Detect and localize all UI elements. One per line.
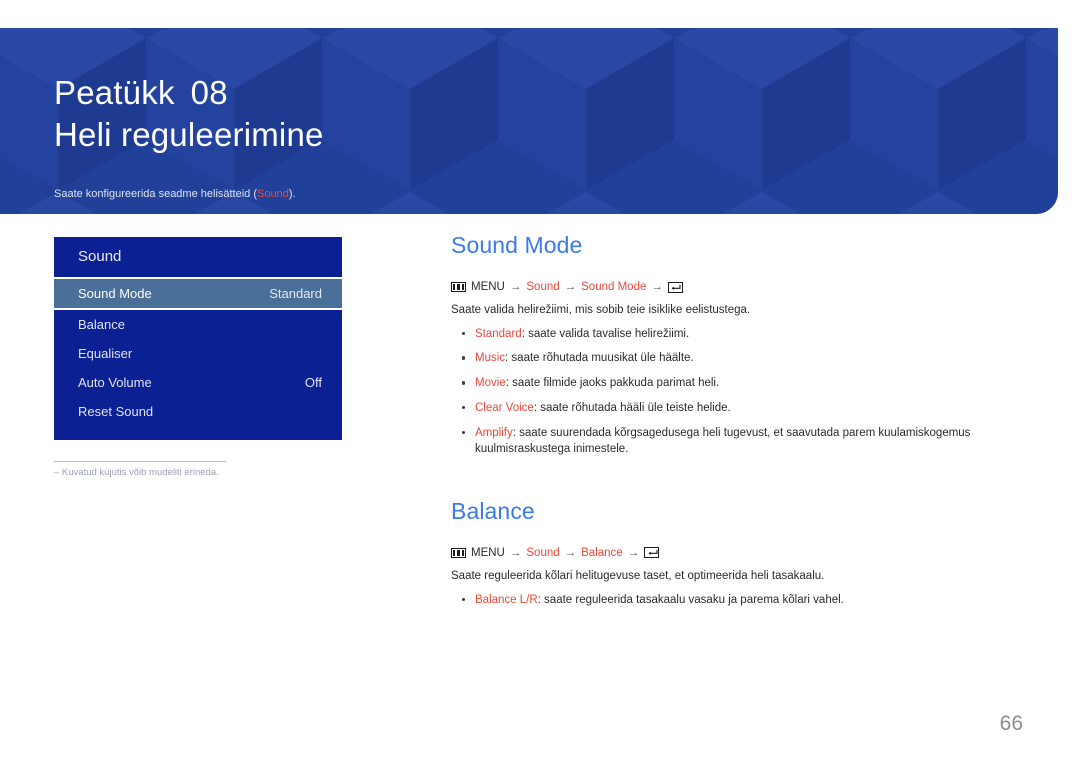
section-title: Sound Mode: [451, 232, 583, 258]
list-item: Balance L/R: saate reguleerida tasakaalu…: [451, 592, 1031, 609]
chapter-label: Peatükk: [54, 74, 175, 111]
path-arrow-icon: →: [627, 546, 640, 559]
bullet-text: : saate suurendada kõrgsagedusega heli t…: [475, 426, 971, 456]
bullet-text: : saate valida tavalise helirežiimi.: [521, 327, 690, 340]
list-item: Amplify: saate suurendada kõrgsagedusega…: [451, 425, 1031, 458]
osd-item-value: Standard: [269, 286, 322, 301]
chapter-subtitle: Saate konfigureerida seadme helisätteid …: [54, 188, 296, 200]
osd-menu-title: Sound: [54, 237, 342, 277]
footnote-divider: [54, 461, 226, 462]
osd-item-value: Off: [304, 375, 322, 390]
osd-item-label: Reset Sound: [78, 404, 154, 419]
bullet-keyword: Music: [475, 352, 506, 365]
list-item: Standard: saate valida tavalise helireži…: [451, 326, 1031, 343]
osd-item-label: Balance: [78, 317, 125, 332]
bullet-keyword: Movie: [475, 377, 506, 390]
chapter-subtitle-after: ).: [288, 188, 296, 200]
list-item: Movie: saate filmide jaoks pakkuda parim…: [451, 375, 1031, 392]
bullet-keyword: Amplify: [475, 426, 513, 439]
bullet-keyword: Standard: [475, 327, 522, 340]
menu-path-root: MENU: [471, 281, 505, 293]
osd-sound-menu: Sound Sound Mode Standard Balance Equali…: [54, 237, 342, 440]
section-intro: Saate valida helirežiimi, mis sobib teie…: [451, 304, 751, 316]
path-arrow-icon: →: [564, 281, 577, 293]
menu-icon: [451, 282, 466, 292]
main-content: Sound Mode MENU → Sound → Sound Mode → S…: [451, 232, 1031, 616]
menu-path-root: MENU: [471, 546, 505, 559]
section-intro: Saate reguleerida kõlari helitugevuse ta…: [451, 569, 825, 582]
page-number: 66: [999, 712, 1023, 735]
section-sound-mode: Sound Mode MENU → Sound → Sound Mode → S…: [451, 232, 1031, 458]
path-arrow-icon: →: [651, 281, 663, 293]
section-bullet-list: Balance L/R: saate reguleerida tasakaalu…: [451, 592, 1031, 609]
menu-path-step-1: Sound: [526, 281, 560, 293]
enter-key-icon: [644, 547, 660, 559]
menu-path-step-2: Sound Mode: [581, 281, 647, 293]
osd-item-reset-sound[interactable]: Reset Sound: [54, 397, 342, 426]
menu-path-step-2: Balance: [581, 546, 623, 559]
osd-item-auto-volume[interactable]: Auto Volume Off: [54, 368, 342, 397]
bullet-text: : saate filmide jaoks pakkuda parimat he…: [505, 377, 720, 390]
osd-item-label: Auto Volume: [78, 375, 152, 390]
osd-item-label: Sound Mode: [78, 286, 152, 301]
chapter-subtitle-keyword: Sound: [257, 188, 289, 200]
bullet-text: : saate rõhutada muusikat üle häälte.: [505, 352, 694, 365]
osd-item-sound-mode[interactable]: Sound Mode Standard: [54, 277, 342, 310]
osd-item-label: Equaliser: [78, 346, 133, 361]
section-title: Balance: [451, 497, 535, 524]
enter-key-icon: [667, 281, 683, 293]
osd-item-equaliser[interactable]: Equaliser: [54, 339, 342, 368]
list-item: Clear Voice: saate rõhutada hääli üle te…: [451, 400, 1031, 417]
path-arrow-icon: →: [564, 546, 577, 559]
path-arrow-icon: →: [509, 281, 522, 293]
page-title: Heli reguleerimine: [54, 116, 324, 153]
chapter-subtitle-before: Saate konfigureerida seadme helisätteid …: [54, 188, 258, 200]
chapter-banner: Peatükk 08 Heli reguleerimine Saate konfi…: [0, 28, 1058, 214]
menu-icon: [451, 547, 466, 558]
footnote-text: – Kuvatud kujutis võib mudeliti erineda.: [54, 467, 219, 478]
bullet-keyword: Clear Voice: [475, 401, 534, 414]
osd-item-balance[interactable]: Balance: [54, 310, 342, 339]
menu-path-step-1: Sound: [526, 546, 560, 559]
path-arrow-icon: →: [509, 546, 522, 559]
bullet-text: : saate reguleerida tasakaalu vasaku ja …: [537, 593, 844, 606]
section-balance: Balance MENU → Sound → Balance → Saate r…: [451, 498, 1031, 608]
menu-path-breadcrumb: MENU → Sound → Balance →: [451, 547, 1031, 559]
bullet-text: : saate rõhutada hääli üle teiste helide…: [533, 401, 731, 414]
bullet-keyword: Balance L/R: [475, 593, 538, 606]
list-item: Music: saate rõhutada muusikat üle häält…: [451, 350, 1031, 367]
section-bullet-list: Standard: saate valida tavalise helireži…: [451, 326, 1031, 458]
osd-menu-list: Sound Mode Standard Balance Equaliser Au…: [54, 277, 342, 440]
chapter-label-line: Peatükk 08: [54, 74, 228, 112]
chapter-number: 08: [190, 74, 228, 111]
menu-path-breadcrumb: MENU → Sound → Sound Mode →: [451, 281, 1031, 293]
